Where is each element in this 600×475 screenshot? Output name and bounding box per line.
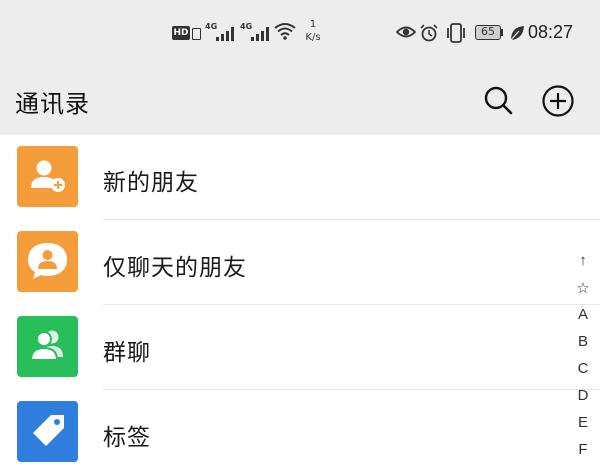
search-icon <box>484 86 513 115</box>
hd-sub-icon <box>192 28 201 40</box>
list-item-new-friends[interactable]: 新的朋友 <box>0 135 600 220</box>
alarm-icon <box>420 24 438 42</box>
signal-2-icon <box>251 27 271 41</box>
chat-only-friend-icon <box>17 231 78 292</box>
list-item-label: 新的朋友 <box>103 170 199 196</box>
speed-unit: K/s <box>305 32 321 43</box>
header: 通讯录 <box>0 68 600 135</box>
eye-icon <box>396 26 416 38</box>
index-letter-f[interactable]: F <box>570 441 596 458</box>
add-friend-icon <box>17 146 78 207</box>
hd-icon: HD <box>172 26 190 40</box>
list-item-label: 标签 <box>103 425 151 451</box>
status-bar: HD 4G 4G 1 K/s 65 08:27 <box>0 0 600 68</box>
list-item-chat-only-friends[interactable]: 仅聊天的朋友 <box>0 220 600 305</box>
add-circle-icon <box>542 85 574 117</box>
network-speed: 1 K/s <box>302 18 324 44</box>
index-letter-b[interactable]: B <box>570 333 596 350</box>
leaf-icon <box>510 26 524 41</box>
battery-tip <box>501 29 503 36</box>
index-top-arrow[interactable]: ↑ <box>570 252 596 269</box>
list-item-label: 群聊 <box>103 340 151 366</box>
index-letter-a[interactable]: A <box>570 306 596 323</box>
search-button[interactable] <box>482 84 514 116</box>
wifi-icon <box>274 23 296 40</box>
index-letter-e[interactable]: E <box>570 414 596 431</box>
signal-1-icon <box>216 27 236 41</box>
index-star[interactable]: ☆ <box>570 279 596 297</box>
tag-icon <box>17 401 78 462</box>
index-letter-c[interactable]: C <box>570 360 596 377</box>
list-item-tags[interactable]: 标签 <box>0 390 600 475</box>
list-item-label: 仅聊天的朋友 <box>103 255 247 281</box>
add-button[interactable] <box>541 84 575 118</box>
page-title: 通讯录 <box>15 90 90 118</box>
group-chat-icon <box>17 316 78 377</box>
speed-value: 1 <box>309 19 317 30</box>
list-item-group-chats[interactable]: 群聊 <box>0 305 600 390</box>
battery-icon: 65 <box>475 25 501 40</box>
index-letter-d[interactable]: D <box>570 387 596 404</box>
vibrate-icon <box>447 23 465 43</box>
clock: 08:27 <box>528 22 574 42</box>
